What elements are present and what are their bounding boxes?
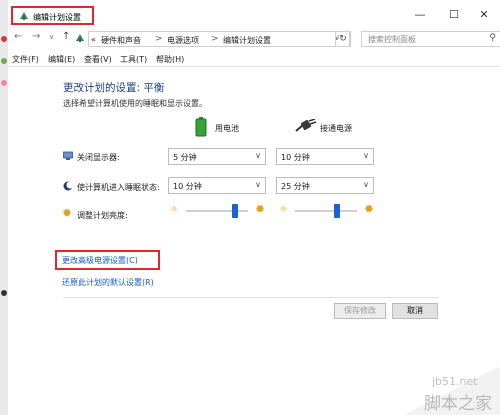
breadcrumb-edit-plan[interactable]: 编辑计划设置 bbox=[223, 35, 271, 46]
monitor-icon bbox=[63, 151, 73, 160]
menu-divider bbox=[8, 66, 500, 67]
search-icon[interactable]: ⚲ bbox=[489, 33, 496, 43]
display-off-plugged-select[interactable]: 10 分钟 ∨ bbox=[276, 148, 374, 165]
desktop-icon bbox=[1, 80, 7, 86]
slider-thumb[interactable] bbox=[232, 204, 238, 218]
cancel-button[interactable]: 取消 bbox=[392, 303, 438, 319]
address-row: ← → ∨ ↑ « 硬件和声音 > 电源选项 > 编辑计划设置 ∨ ↻ 搜索控制… bbox=[8, 30, 500, 48]
brightness-battery-slider[interactable] bbox=[186, 203, 248, 219]
address-prefix: « bbox=[91, 35, 96, 44]
close-button[interactable]: ✕ bbox=[474, 8, 494, 22]
sleep-plugged-select[interactable]: 25 分钟 ∨ bbox=[276, 177, 374, 194]
brightness-low-icon: ☼ bbox=[279, 205, 288, 215]
power-options-icon bbox=[20, 12, 28, 20]
recent-dropdown-icon[interactable]: ∨ bbox=[49, 33, 54, 41]
address-bar[interactable]: « 硬件和声音 > 电源选项 > 编辑计划设置 ∨ bbox=[88, 31, 350, 47]
select-value: 5 分钟 bbox=[173, 153, 197, 162]
power-plug-icon bbox=[295, 119, 317, 132]
slider-track bbox=[295, 210, 357, 212]
breadcrumb-separator: > bbox=[211, 34, 219, 44]
brightness-high-icon: ✹ bbox=[364, 202, 375, 216]
save-changes-button[interactable]: 保存修改 bbox=[334, 303, 386, 319]
desktop-icon bbox=[1, 290, 7, 296]
menu-help[interactable]: 帮助(H) bbox=[156, 54, 184, 65]
page-subtitle: 选择希望计算机使用的睡眠和显示设置。 bbox=[63, 99, 207, 108]
control-panel-icon bbox=[76, 34, 84, 42]
brightness-sun-icon: ✹ bbox=[62, 206, 73, 220]
breadcrumb-hardware-sound[interactable]: 硬件和声音 bbox=[101, 35, 141, 46]
chevron-down-icon: ∨ bbox=[363, 180, 369, 189]
brightness-plugged-slider[interactable] bbox=[295, 203, 357, 219]
refresh-icon[interactable]: ↻ bbox=[335, 31, 351, 47]
watermark-site: jb51.net bbox=[432, 375, 478, 388]
display-off-label: 关闭显示器: bbox=[77, 153, 120, 162]
sleep-label: 使计算机进入睡眠状态: bbox=[77, 183, 160, 192]
desktop-icon bbox=[1, 58, 7, 64]
back-arrow-icon[interactable]: ← bbox=[14, 31, 22, 42]
up-arrow-icon[interactable]: ↑ bbox=[62, 31, 70, 42]
chevron-down-icon: ∨ bbox=[255, 151, 261, 160]
title-bar[interactable]: 编辑计划设置 — ☐ ✕ bbox=[8, 0, 500, 26]
display-off-battery-select[interactable]: 5 分钟 ∨ bbox=[168, 148, 266, 165]
search-placeholder: 搜索控制面板 bbox=[368, 35, 416, 44]
desktop-icon bbox=[1, 36, 7, 42]
brightness-high-icon: ✹ bbox=[255, 202, 266, 216]
slider-track bbox=[186, 210, 248, 212]
menu-edit[interactable]: 编辑(E) bbox=[48, 54, 75, 65]
select-value: 10 分钟 bbox=[173, 182, 202, 191]
menu-view[interactable]: 查看(V) bbox=[84, 54, 112, 65]
sleep-battery-select[interactable]: 10 分钟 ∨ bbox=[168, 177, 266, 194]
minimize-button[interactable]: — bbox=[410, 8, 430, 22]
menu-file[interactable]: 文件(F) bbox=[12, 54, 39, 65]
edit-plan-settings-window: 编辑计划设置 — ☐ ✕ ← → ∨ ↑ « 硬件和声音 > 电源选项 > 编辑… bbox=[0, 0, 500, 415]
brightness-label: 调整计划亮度: bbox=[77, 211, 128, 220]
content-divider bbox=[63, 297, 438, 298]
select-value: 10 分钟 bbox=[281, 153, 310, 162]
battery-icon bbox=[195, 117, 207, 137]
chevron-down-icon: ∨ bbox=[255, 180, 261, 189]
restore-defaults-link[interactable]: 还原此计划的默认设置(R) bbox=[62, 277, 154, 288]
maximize-button[interactable]: ☐ bbox=[444, 8, 464, 22]
menu-tools[interactable]: 工具(T) bbox=[120, 54, 147, 65]
desktop-left-edge bbox=[0, 0, 8, 415]
sleep-moon-icon bbox=[63, 181, 73, 191]
advanced-power-settings-link[interactable]: 更改高级电源设置(C) bbox=[62, 255, 138, 266]
slider-thumb[interactable] bbox=[334, 204, 340, 218]
breadcrumb-separator: > bbox=[155, 34, 163, 44]
battery-column-header: 用电池 bbox=[215, 124, 239, 133]
watermark-name: 脚本之家 bbox=[424, 394, 492, 414]
menu-bar: 文件(F) 编辑(E) 查看(V) 工具(T) 帮助(H) bbox=[8, 52, 500, 66]
breadcrumb-power-options[interactable]: 电源选项 bbox=[167, 35, 199, 46]
search-input[interactable]: 搜索控制面板 ⚲ bbox=[361, 31, 500, 47]
forward-arrow-icon[interactable]: → bbox=[32, 31, 40, 42]
page-title: 更改计划的设置: 平衡 bbox=[63, 82, 165, 94]
window-title: 编辑计划设置 bbox=[33, 13, 81, 22]
chevron-down-icon: ∨ bbox=[363, 151, 369, 160]
brightness-low-icon: ☼ bbox=[170, 205, 179, 215]
select-value: 25 分钟 bbox=[281, 182, 310, 191]
plugged-column-header: 接通电源 bbox=[320, 124, 352, 133]
